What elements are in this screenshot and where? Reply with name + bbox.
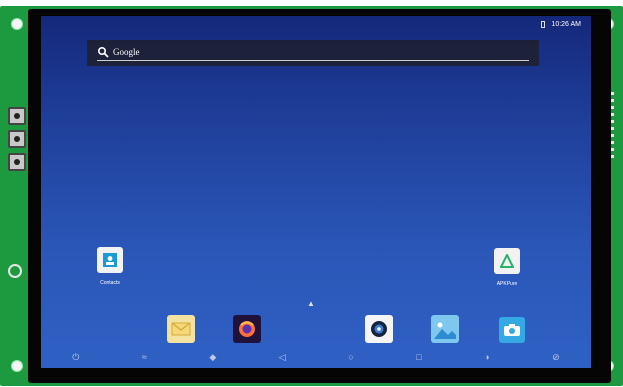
google-search-bar[interactable]: Google — [87, 40, 539, 66]
contacts-icon — [97, 247, 123, 273]
navigation-bar: ⏻ ≈ ◆ ◁ ○ □ ◑ ⊘ — [41, 346, 591, 368]
recents-icon[interactable]: □ — [416, 352, 421, 362]
board-marker — [8, 264, 22, 278]
hardware-button[interactable] — [8, 107, 26, 125]
mounting-hole — [11, 360, 23, 372]
hardware-button[interactable] — [8, 130, 26, 148]
back-icon[interactable]: ◁ — [279, 352, 286, 363]
home-icon[interactable]: ○ — [348, 352, 353, 362]
volume-down-icon[interactable]: ≈ — [142, 352, 147, 362]
rotate-icon[interactable]: ⊘ — [552, 352, 560, 363]
firefox-icon[interactable] — [233, 315, 261, 343]
app-drawer-arrow-icon[interactable]: ▲ — [307, 299, 315, 308]
gallery-icon[interactable] — [431, 315, 459, 343]
status-bar: 10:26 AM — [541, 21, 581, 28]
power-icon[interactable]: ⏻ — [72, 352, 79, 363]
app-contacts[interactable]: Contacts — [97, 247, 123, 286]
screenshot-icon[interactable]: ◑ — [484, 352, 489, 362]
camera-lens-icon[interactable] — [365, 315, 393, 343]
mounting-hole — [11, 18, 23, 30]
battery-icon — [541, 21, 546, 28]
status-time: 10:26 AM — [551, 21, 581, 28]
search-icon — [97, 46, 109, 58]
app-label: Contacts — [100, 280, 120, 286]
search-underline — [97, 60, 529, 61]
email-icon[interactable] — [167, 315, 195, 343]
camera-icon[interactable] — [499, 317, 525, 343]
volume-up-icon[interactable]: ◆ — [209, 352, 216, 363]
app-label: APKPure — [496, 281, 518, 287]
app-apkpure[interactable]: APKPure — [494, 248, 520, 287]
search-label: Google — [113, 47, 140, 57]
apkpure-icon — [494, 248, 520, 274]
android-home-screen[interactable]: 10:26 AM Google Contacts APKPure ▲ ⏻ ≈ ◆… — [41, 16, 591, 368]
hardware-button[interactable] — [8, 153, 26, 171]
